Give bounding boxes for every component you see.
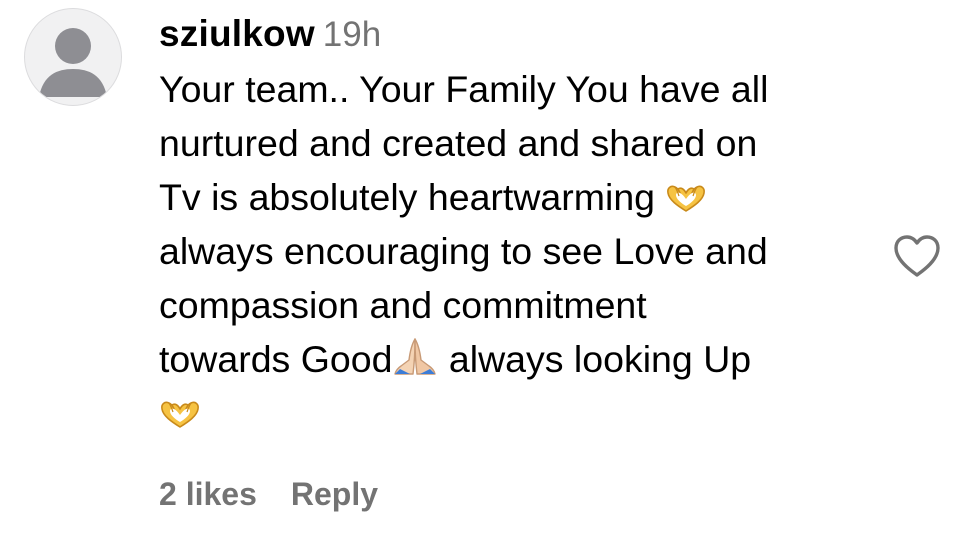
heart-outline-icon	[894, 235, 940, 277]
comment-line: always encouraging to see Love and	[159, 230, 768, 272]
comment-header: sziulkow 19h	[159, 12, 381, 64]
timestamp[interactable]: 19h	[323, 15, 381, 54]
praying-hands-emoji	[392, 336, 438, 376]
comment-line: Your team.. Your Family You have all	[159, 68, 769, 110]
avatar[interactable]	[24, 8, 122, 106]
comment: sziulkow 19h Your team.. Your Family You …	[0, 0, 980, 544]
comment-line-text: towards Good	[159, 338, 393, 380]
comment-line: Tv is absolutely heartwarming	[159, 170, 879, 224]
heart-hands-emoji	[159, 400, 201, 430]
comment-line	[159, 386, 879, 440]
likes-count[interactable]: 2 likes	[159, 476, 257, 512]
comment-line: towards Good always looking Up	[159, 332, 879, 386]
default-avatar-icon	[39, 28, 107, 97]
comment-line: compassion and commitment	[159, 284, 647, 326]
comment-line-text: always looking Up	[448, 338, 752, 380]
username[interactable]: sziulkow	[159, 13, 315, 54]
reply-button[interactable]: Reply	[291, 476, 378, 512]
comment-line: nurtured and created and shared on	[159, 122, 758, 164]
comment-actions: 2 likes Reply	[159, 474, 378, 514]
like-button[interactable]	[892, 232, 942, 280]
comment-line-text: Tv is absolutely heartwarming	[159, 176, 656, 218]
heart-hands-emoji	[665, 184, 707, 214]
comment-text: Your team.. Your Family You have all nur…	[159, 62, 879, 440]
